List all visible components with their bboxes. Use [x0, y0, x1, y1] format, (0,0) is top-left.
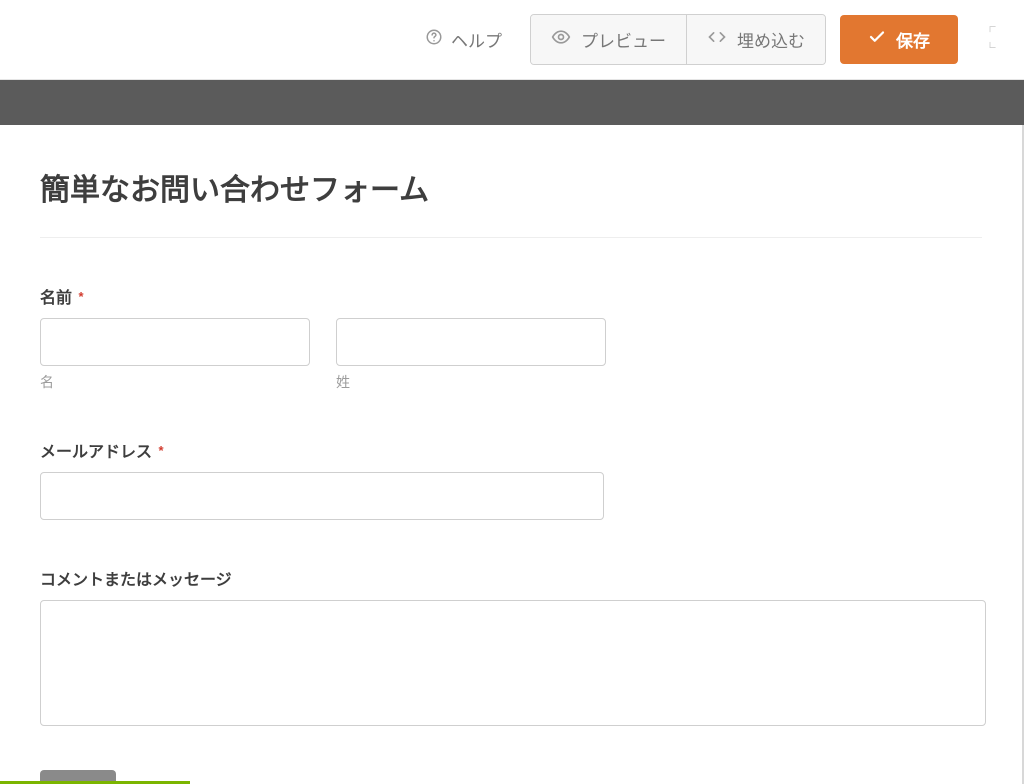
- required-mark: *: [78, 289, 83, 304]
- field-message-label: コメントまたはメッセージ: [40, 566, 982, 590]
- eye-icon: [551, 27, 571, 52]
- fullscreen-icon: [986, 23, 1008, 56]
- message-label-text: コメントまたはメッセージ: [40, 572, 232, 589]
- first-name-input[interactable]: [40, 318, 310, 366]
- code-icon: [707, 27, 727, 52]
- field-name-label: 名前 *: [40, 284, 982, 308]
- field-email-label: メールアドレス *: [40, 438, 982, 462]
- last-name-sublabel: 姓: [336, 372, 606, 392]
- field-message: コメントまたはメッセージ: [40, 566, 982, 731]
- message-textarea[interactable]: [40, 600, 986, 726]
- name-row: 名 姓: [40, 318, 982, 392]
- help-link[interactable]: ヘルプ: [411, 27, 516, 52]
- name-first-wrap: 名: [40, 318, 310, 392]
- save-button[interactable]: 保存: [840, 15, 958, 64]
- preview-label: プレビュー: [581, 27, 666, 52]
- backdrop-band: [0, 80, 1024, 125]
- editor-topbar: ヘルプ プレビュー 埋め込む: [0, 0, 1024, 80]
- name-last-wrap: 姓: [336, 318, 606, 392]
- save-label: 保存: [896, 27, 930, 52]
- embed-label: 埋め込む: [737, 27, 805, 52]
- field-name: 名前 * 名 姓: [40, 284, 982, 392]
- preview-button[interactable]: プレビュー: [531, 15, 686, 64]
- help-label: ヘルプ: [451, 27, 502, 52]
- fullscreen-toggle[interactable]: [972, 23, 1012, 56]
- first-name-sublabel: 名: [40, 372, 310, 392]
- email-label-text: メールアドレス: [40, 444, 152, 461]
- check-icon: [868, 28, 886, 51]
- field-email: メールアドレス *: [40, 438, 982, 520]
- email-input[interactable]: [40, 472, 604, 520]
- question-circle-icon: [425, 28, 443, 51]
- required-mark: *: [158, 443, 163, 458]
- form-canvas: 簡単なお問い合わせフォーム 名前 * 名 姓 メールアドレス * コメントまたは…: [0, 125, 1024, 784]
- embed-button[interactable]: 埋め込む: [686, 15, 825, 64]
- form-title: 簡単なお問い合わせフォーム: [40, 165, 982, 238]
- toolbar-button-group: プレビュー 埋め込む: [530, 14, 826, 65]
- last-name-input[interactable]: [336, 318, 606, 366]
- name-label-text: 名前: [40, 290, 72, 307]
- topbar-actions: ヘルプ プレビュー 埋め込む: [411, 14, 1012, 65]
